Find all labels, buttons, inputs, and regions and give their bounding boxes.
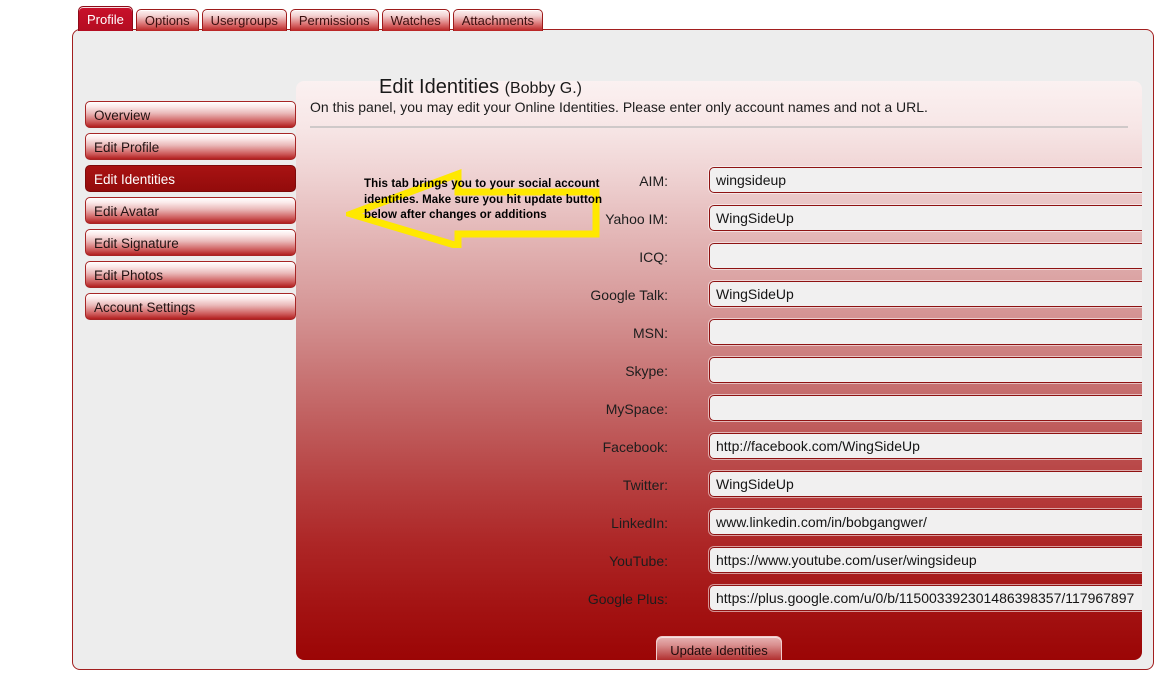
label-myspace: MySpace:: [605, 401, 668, 417]
page-title-main: Edit Identities: [379, 76, 500, 98]
submit-row: Update Identities: [296, 636, 1142, 660]
label-msn: MSN:: [633, 325, 668, 341]
input-aim[interactable]: [709, 167, 1142, 193]
identities-form: AIM: Yahoo IM: ICQ: Google Talk: MSN: Skype: M…: [296, 167, 1142, 623]
tab-bar: Profile Options Usergroups Permissions Watch…: [78, 6, 544, 31]
input-google-plus[interactable]: [709, 585, 1142, 611]
sidebar-item-overview[interactable]: Overview: [85, 101, 296, 128]
tab-attachments[interactable]: Attachments: [452, 9, 544, 31]
tab-permissions[interactable]: Permissions: [289, 9, 379, 31]
form-row: LinkedIn:: [296, 509, 1142, 547]
input-yahoo-im[interactable]: [709, 205, 1142, 231]
sidebar-item-edit-identities[interactable]: Edit Identities: [85, 165, 296, 192]
panel-description: On this panel, you may edit your Online …: [310, 99, 928, 115]
label-twitter: Twitter:: [622, 477, 668, 493]
form-row: Yahoo IM:: [296, 205, 1142, 243]
sidebar-item-account-settings[interactable]: Account Settings: [85, 293, 296, 320]
input-google-talk[interactable]: [709, 281, 1142, 307]
page-title: Edit Identities (Bobby G.): [379, 76, 582, 99]
label-icq: ICQ:: [639, 249, 668, 265]
label-yahoo-im: Yahoo IM:: [605, 211, 668, 227]
label-google-talk: Google Talk:: [590, 287, 668, 303]
input-myspace[interactable]: [709, 395, 1142, 421]
input-linkedin[interactable]: [709, 509, 1142, 535]
input-youtube[interactable]: [709, 547, 1142, 573]
form-row: MySpace:: [296, 395, 1142, 433]
form-row: Google Plus:: [296, 585, 1142, 623]
form-row: Twitter:: [296, 471, 1142, 509]
tab-options[interactable]: Options: [135, 9, 199, 31]
form-row: MSN:: [296, 319, 1142, 357]
content-panel: On this panel, you may edit your Online …: [296, 81, 1142, 660]
label-facebook: Facebook:: [602, 439, 668, 455]
sidebar-item-edit-photos[interactable]: Edit Photos: [85, 261, 296, 288]
update-identities-button[interactable]: Update Identities: [656, 636, 782, 660]
input-facebook[interactable]: [709, 433, 1142, 459]
label-skype: Skype:: [625, 363, 668, 379]
panel-divider: [310, 126, 1128, 128]
form-row: ICQ:: [296, 243, 1142, 281]
input-msn[interactable]: [709, 319, 1142, 345]
form-row: YouTube:: [296, 547, 1142, 585]
label-linkedin: LinkedIn:: [611, 515, 668, 531]
form-row: AIM:: [296, 167, 1142, 205]
label-google-plus: Google Plus:: [587, 591, 668, 607]
form-row: Google Talk:: [296, 281, 1142, 319]
sidebar-item-edit-signature[interactable]: Edit Signature: [85, 229, 296, 256]
sidebar-item-edit-profile[interactable]: Edit Profile: [85, 133, 296, 160]
label-aim: AIM:: [639, 173, 668, 189]
input-icq[interactable]: [709, 243, 1142, 269]
sidebar-item-edit-avatar[interactable]: Edit Avatar: [85, 197, 296, 224]
page-title-user: (Bobby G.): [504, 80, 582, 97]
tab-profile[interactable]: Profile: [78, 6, 133, 31]
label-youtube: YouTube:: [609, 553, 668, 569]
tab-watches[interactable]: Watches: [381, 9, 450, 31]
input-twitter[interactable]: [709, 471, 1142, 497]
form-row: Skype:: [296, 357, 1142, 395]
sidebar-nav: Overview Edit Profile Edit Identities Edit …: [85, 101, 296, 325]
profile-frame: Overview Edit Profile Edit Identities Edit …: [72, 29, 1154, 670]
form-row: Facebook:: [296, 433, 1142, 471]
input-skype[interactable]: [709, 357, 1142, 383]
tab-usergroups[interactable]: Usergroups: [201, 9, 287, 31]
